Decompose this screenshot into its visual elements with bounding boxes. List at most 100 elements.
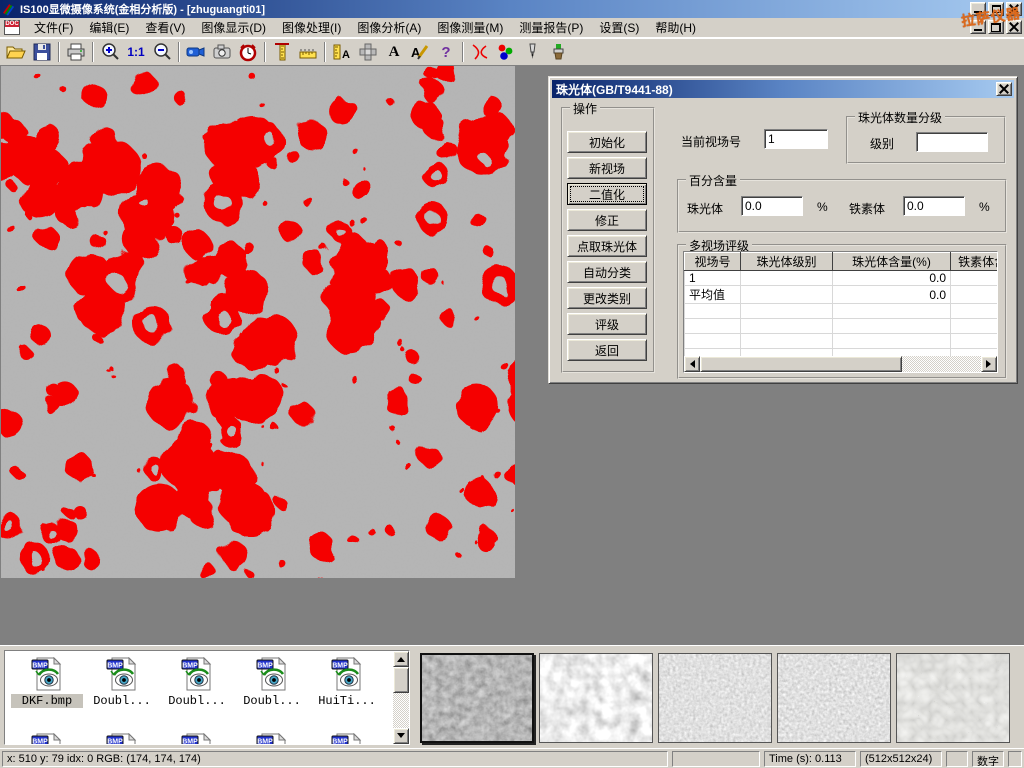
initialize-button[interactable]: 初始化 [567,131,647,153]
header-pearlite-level[interactable]: 珠光体级别 [741,253,833,271]
ferrite-percent-sign: % [979,200,990,214]
menu-image-analysis[interactable]: 图像分析(A) [349,17,429,38]
table-row: 平均值 0.0 [685,286,999,304]
open-icon[interactable] [3,40,29,64]
change-category-button[interactable]: 更改类别 [567,287,647,309]
file-item[interactable] [236,733,308,745]
thumbnail-image[interactable] [777,653,891,743]
correct-button[interactable]: 修正 [567,209,647,231]
file-name[interactable]: HuiTi... [311,694,383,708]
pearlite-dialog: 珠光体(GB/T9441-88) 操作 初始化 新视场 二值化 修正 点取珠光体… [548,76,1018,384]
menu-help[interactable]: 帮助(H) [647,17,704,38]
current-field-label: 当前视场号 [681,133,741,150]
menu-image-processing[interactable]: 图像处理(I) [274,17,349,38]
return-button[interactable]: 返回 [567,339,647,361]
file-name[interactable]: Doubl... [236,694,308,708]
bmp-file-icon [255,733,289,745]
file-list[interactable]: BMP DKF.bmp Doubl... Doubl... Doubl... [4,650,410,745]
file-name[interactable]: Doubl... [161,694,233,708]
scroll-left-icon[interactable] [684,356,700,372]
file-item[interactable] [161,733,233,745]
rate-button[interactable]: 评级 [567,313,647,335]
file-name[interactable]: DKF.bmp [11,694,83,708]
scrollbar-thumb[interactable] [393,667,409,693]
file-item[interactable]: HuiTi... [311,657,383,708]
auto-classify-button[interactable]: 自动分类 [567,261,647,283]
caliper-icon[interactable] [269,40,295,64]
markers-icon[interactable] [493,40,519,64]
menu-settings[interactable]: 设置(S) [591,17,647,38]
menu-view[interactable]: 查看(V) [137,17,193,38]
cursor-position-status: x: 510 y: 79 idx: 0 RGB: (174, 174, 174) [2,751,668,767]
thumbnail-image[interactable] [896,653,1010,743]
file-item[interactable] [86,733,158,745]
menu-image-measure[interactable]: 图像测量(M) [429,17,511,38]
ferrite-input[interactable] [903,196,965,216]
multi-field-table[interactable]: 视场号 珠光体级别 珠光体含量(%) 铁素体含量(%) 1 0.0 平均值 0.… [683,251,998,373]
scroll-right-icon[interactable] [981,356,997,372]
status-bar: x: 510 y: 79 idx: 0 RGB: (174, 174, 174)… [0,748,1024,768]
file-item[interactable] [11,733,83,745]
header-ferrite-content[interactable]: 铁素体含量(%) [951,253,999,271]
binarize-button[interactable]: 二值化 [567,183,647,205]
scroll-up-icon[interactable] [393,651,409,667]
pearlite-percent-sign: % [817,200,828,214]
menu-report[interactable]: 测量报告(P) [511,17,591,38]
curve-tool-icon[interactable] [467,40,493,64]
annotate-icon[interactable]: A [407,40,433,64]
dialog-close-button[interactable] [996,82,1012,96]
table-row [685,304,999,319]
grid-tool-icon[interactable] [355,40,381,64]
help-icon[interactable]: ? [433,40,459,64]
menu-image-display[interactable]: 图像显示(D) [193,17,274,38]
file-item[interactable]: DKF.bmp [11,657,83,708]
ferrite-label: 铁素体 [849,200,885,217]
pen-tool-icon[interactable] [519,40,545,64]
menu-file[interactable]: 文件(F) [26,17,81,38]
scroll-down-icon[interactable] [393,728,409,744]
grade-input[interactable] [916,132,988,152]
scrollbar-thumb[interactable] [700,356,902,372]
actual-size-icon[interactable]: 1:1 [123,40,149,64]
pearlite-label: 珠光体 [687,200,723,217]
text-tool-icon[interactable]: A [381,40,407,64]
image-size-status: (512x512x24) [860,751,942,767]
file-item[interactable]: Doubl... [86,657,158,708]
file-item[interactable]: Doubl... [236,657,308,708]
title-bar: IS100显微摄像系统(金相分析版) - [zhuguangti01] [0,0,1024,18]
menu-edit[interactable]: 编辑(E) [81,17,137,38]
measure-text-icon[interactable]: A [329,40,355,64]
table-horizontal-scrollbar[interactable] [684,356,997,372]
header-field-no[interactable]: 视场号 [685,253,741,271]
video-camera-icon[interactable] [183,40,209,64]
toolbar: 1:1 A A A ? [0,38,1024,66]
timer-icon[interactable] [235,40,261,64]
pick-pearlite-button[interactable]: 点取珠光体 [567,235,647,257]
thumbnail-image[interactable] [420,653,534,743]
mode-status: 数字 [972,751,1004,767]
document-icon[interactable]: DOC [4,20,20,35]
new-field-button[interactable]: 新视场 [567,157,647,179]
metallographic-image[interactable] [1,66,515,578]
thumbnail-image[interactable] [658,653,772,743]
pearlite-input[interactable] [741,196,803,216]
current-field-input[interactable] [764,129,828,149]
file-name[interactable]: Doubl... [86,694,158,708]
zoom-in-icon[interactable] [97,40,123,64]
camera-icon[interactable] [209,40,235,64]
file-list-scrollbar[interactable] [393,651,409,744]
file-item[interactable] [311,733,383,745]
brush-tool-icon[interactable] [545,40,571,64]
save-icon[interactable] [29,40,55,64]
file-item[interactable]: Doubl... [161,657,233,708]
print-icon[interactable] [63,40,89,64]
percent-group-label: 百分含量 [686,172,740,189]
thumbnail-image[interactable] [539,653,653,743]
time-status: Time (s): 0.113 [764,751,856,767]
ruler-icon[interactable] [295,40,321,64]
bmp-file-icon [330,657,364,691]
grade-group-label: 珠光体数量分级 [855,109,945,126]
zoom-out-icon[interactable] [149,40,175,64]
dialog-title-bar[interactable]: 珠光体(GB/T9441-88) [552,80,1014,98]
header-pearlite-content[interactable]: 珠光体含量(%) [833,253,951,271]
